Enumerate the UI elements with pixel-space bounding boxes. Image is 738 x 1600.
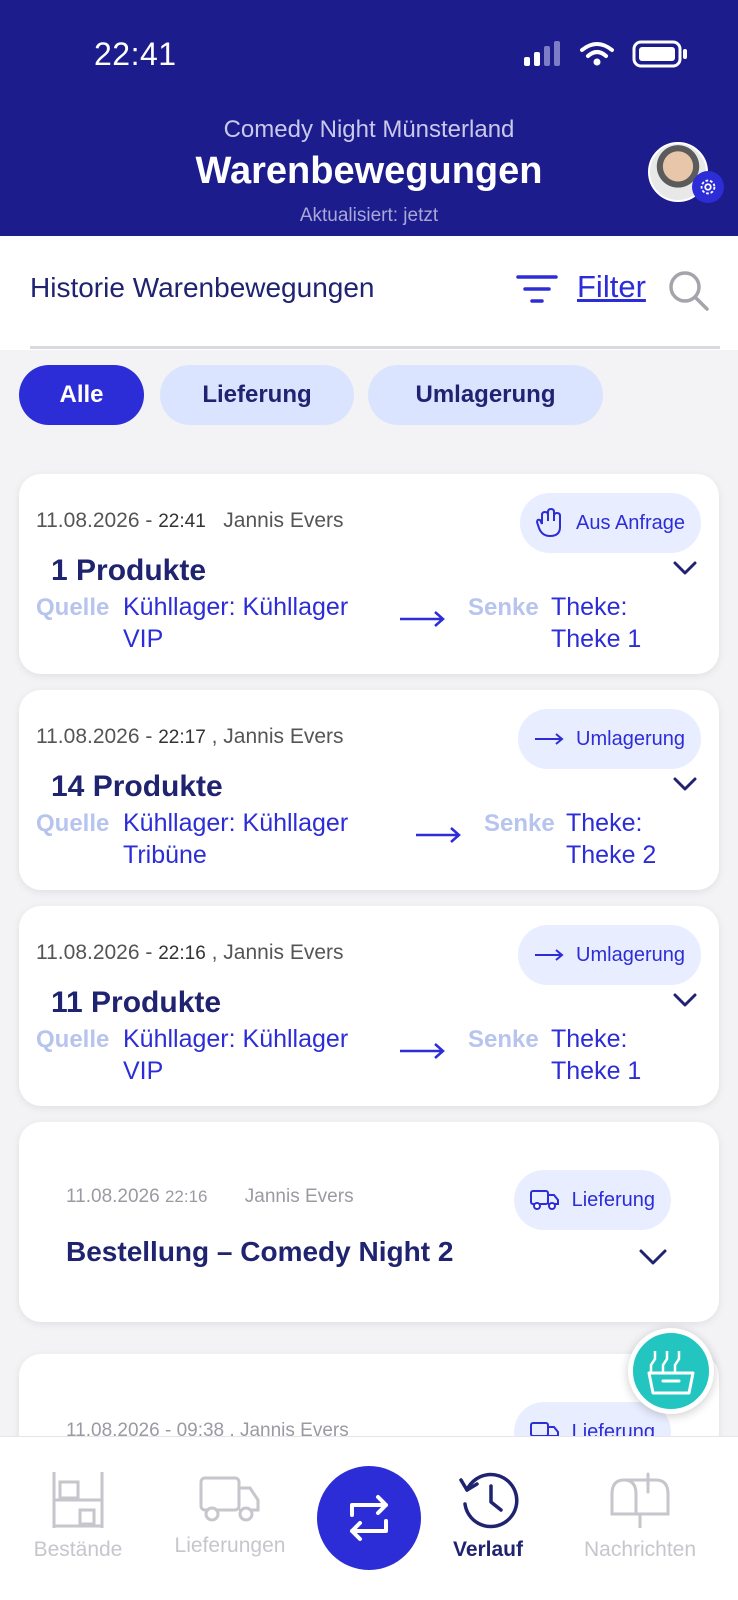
order-user: Jannis Evers [244,1186,354,1207]
sink-label: Senke [484,810,555,837]
mailbox-icon [610,1472,670,1528]
chip-delivery[interactable]: Lieferung [160,365,354,425]
card-meta: 11.08.2026 - 22:17 , Jannis Evers [36,725,344,749]
request-badge: Aus Anfrage [520,493,701,553]
filter-button[interactable]: Filter [577,269,646,305]
settings-gear-icon[interactable] [692,171,724,203]
source-label: Quelle [36,810,110,837]
nav-item-verlauf[interactable]: Verlauf [418,1470,558,1562]
badge-label: Aus Anfrage [576,511,685,534]
source-label: Quelle [36,1026,110,1053]
sink-value: Theke: Theke 1 [551,1025,642,1085]
history-icon [459,1472,519,1529]
header-subtitle: Comedy Night Münsterland [223,116,515,143]
badge-label: Lieferung [571,1188,655,1211]
product-count: 11 Produkte [51,986,222,1019]
nav-item-nachrichten[interactable]: Nachrichten [570,1470,710,1562]
chevron-down-icon[interactable] [673,560,697,576]
chevron-down-icon[interactable] [639,1248,667,1266]
transfer-badge: Umlagerung [518,709,701,769]
source-label: Quelle [36,594,110,621]
card-date: 11.08.2026 - [36,509,153,532]
chevron-down-icon[interactable] [673,992,697,1008]
search-icon[interactable] [668,270,710,312]
sink-label: Senke [468,594,539,621]
nav-item-bestaende[interactable]: Bestände [8,1470,148,1562]
badge-label: Umlagerung [576,943,685,966]
truck-icon [529,1190,559,1210]
updated-status: Aktualisiert: jetzt [299,205,439,226]
card-date: 11.08.2026 - [36,941,153,964]
movement-card[interactable]: 11.08.2026 - 22:17 , Jannis Evers Umlage… [19,690,719,890]
battery-icon [632,40,687,68]
product-count: 1 Produkte [51,554,207,587]
app-header: 22:41 Comedy Night Münsterland Warenbewe… [0,0,738,236]
badge-label: Umlagerung [576,727,685,750]
card-date: 11.08.2026 - [36,725,153,748]
card-user: Jannis Evers [223,509,344,532]
card-time: 22:41 [158,511,206,532]
card-time: 22:17 [158,727,206,748]
swap-icon [350,1495,388,1541]
filter-icon[interactable] [516,274,558,304]
source-value: Kühllager: Kühllager VIP [123,1025,349,1085]
card-meta: 11.08.2026 - 22:41 Jannis Evers [36,509,344,533]
card-meta: 11.08.2026 - 22:16 , Jannis Evers [36,941,344,965]
source-value: Kühllager: Kühllager VIP [123,593,349,653]
card-time: 22:16 [158,943,206,964]
status-time: 22:41 [94,36,177,72]
signal-icon [524,41,560,66]
truck-icon [199,1476,260,1522]
chip-all[interactable]: Alle [19,365,144,425]
card-user: , Jannis Evers [211,725,344,748]
source-value: Kühllager: Kühllager Tribüne [123,809,349,869]
sink-label: Senke [468,1026,539,1053]
page-title: Warenbewegungen [195,150,543,192]
nav-item-lieferungen[interactable]: Lieferungen [160,1470,300,1558]
order-card[interactable]: 11.08.2026 22:16 Jannis Evers Lieferung … [19,1122,719,1322]
bottle-crate-icon [647,1351,695,1395]
sink-value: Theke: Theke 2 [566,809,657,869]
transfer-badge: Umlagerung [518,925,701,985]
arrow-right-icon [535,733,564,745]
sink-value: Theke: Theke 1 [551,593,642,653]
product-count: 14 Produkte [51,770,223,803]
movement-card[interactable]: 11.08.2026 - 22:41 Jannis Evers Aus Anfr… [19,474,719,674]
card-user: , Jannis Evers [211,941,344,964]
order-date: 11.08.2026 [66,1186,160,1207]
order-time: 22:16 [164,1187,208,1206]
order-title: Bestellung – Comedy Night 2 [66,1236,454,1267]
wifi-icon [580,42,614,66]
crate-fab-button[interactable] [628,1328,714,1414]
order-meta: 11.08.2026 22:16 Jannis Evers [66,1186,354,1208]
shelf-icon [52,1472,104,1528]
section-title: Historie Warenbewegungen [30,272,375,303]
arrow-right-icon [400,611,445,627]
arrow-right-icon [416,827,461,843]
arrow-right-icon [535,949,564,961]
chevron-down-icon[interactable] [673,776,697,792]
arrow-right-icon [400,1043,445,1059]
nav-item-swap[interactable] [317,1466,421,1570]
delivery-badge: Lieferung [513,1170,671,1230]
movement-card[interactable]: 11.08.2026 - 22:16 , Jannis Evers Umlage… [19,906,719,1106]
status-icons [522,40,688,68]
chip-transfer[interactable]: Umlagerung [368,365,603,425]
divider [30,346,720,349]
hand-wave-icon [536,508,562,537]
